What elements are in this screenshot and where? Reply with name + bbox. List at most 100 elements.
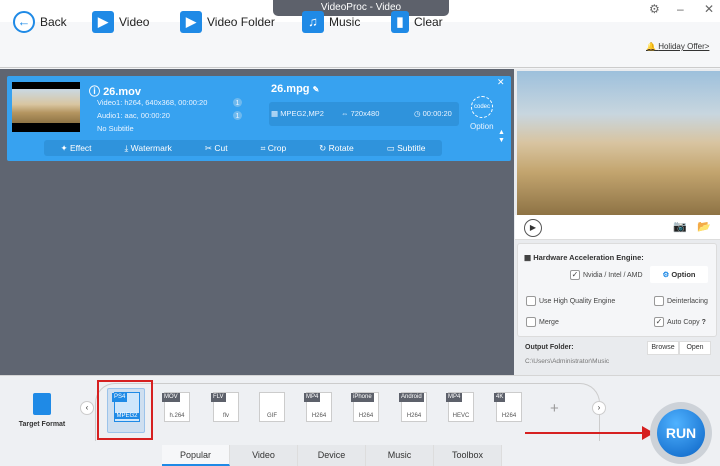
gear-icon: ⚙: [662, 270, 670, 279]
rotate-button[interactable]: ↻ Rotate: [319, 143, 354, 154]
audio-track-info[interactable]: Audio1: aac, 00:00:20: [97, 111, 170, 120]
video-track-count: 1: [233, 98, 242, 107]
format-item[interactable]: MP4 H264: [302, 392, 336, 432]
add-music-button[interactable]: ♫ Music: [302, 11, 360, 33]
browse-button[interactable]: Browse: [647, 341, 679, 355]
format-item[interactable]: PS4 MPEG2: [110, 392, 144, 432]
video-label: Video: [119, 15, 150, 29]
arrow-line: [525, 432, 645, 434]
add-format-button[interactable]: +: [550, 400, 559, 417]
format-doc-icon: FLV flv: [211, 392, 239, 422]
crop-button[interactable]: ⌗ Crop: [261, 143, 287, 154]
bell-icon: 🔔: [646, 42, 656, 51]
reorder-arrows-icon[interactable]: ▲ ▼: [498, 129, 505, 145]
effect-button[interactable]: ✦ Effect: [60, 143, 91, 154]
resolution-icon: ⇔: [341, 109, 349, 118]
back-arrow-icon: ←: [13, 11, 35, 33]
format-sub: HEVC: [452, 413, 470, 419]
tab-video[interactable]: Video: [230, 445, 298, 466]
offer-label: Holiday Offer>: [658, 42, 710, 51]
edit-actions-bar: ✦ Effect ⤓ Watermark ✂ Cut ⌗ Crop ↻ Rota…: [44, 140, 442, 156]
trash-icon: ▮: [391, 11, 409, 33]
subtitle-button[interactable]: ▭ Subtitle: [387, 143, 426, 154]
format-item[interactable]: 4K H264: [492, 392, 526, 432]
carousel-next-button[interactable]: ›: [592, 401, 606, 415]
video-preview: [517, 71, 720, 215]
format-item[interactable]: Android H264: [397, 392, 431, 432]
output-path[interactable]: C:\Users\Administrator\Music: [525, 358, 609, 365]
format-sub: flv: [223, 413, 229, 419]
carousel-prev-button[interactable]: ‹: [80, 401, 94, 415]
codec-option-button[interactable]: Option: [470, 122, 494, 131]
settings-panel: ▦ Hardware Acceleration Engine: ✓ Nvidia …: [517, 243, 717, 337]
format-sub: H264: [358, 413, 374, 419]
format-doc-icon: GIF: [259, 392, 285, 422]
minimize-button[interactable]: –: [677, 2, 684, 16]
format-sub: H264: [501, 413, 517, 419]
format-tag: FLV: [211, 393, 226, 402]
close-window-button[interactable]: ✕: [704, 2, 714, 16]
high-quality-checkbox[interactable]: Use High Quality Engine: [526, 296, 615, 306]
settings-gear-icon[interactable]: ⚙: [649, 2, 660, 16]
codec-gear-icon[interactable]: codec: [471, 96, 493, 118]
hw-nvidia-checkbox[interactable]: ✓ Nvidia / Intel / AMD: [570, 270, 643, 280]
clock-icon: ◷: [414, 109, 421, 118]
help-icon: ?: [701, 318, 706, 326]
auto-copy-checkbox[interactable]: ✓ Auto Copy ?: [654, 317, 706, 327]
format-tag: PS4: [112, 393, 128, 402]
music-add-icon: ♫: [302, 11, 324, 33]
tab-device[interactable]: Device: [298, 445, 366, 466]
format-item[interactable]: iPhone H264: [349, 392, 383, 432]
cut-button[interactable]: ✂ Cut: [205, 143, 228, 154]
format-sub: GIF: [267, 413, 277, 419]
format-item[interactable]: FLV flv: [209, 392, 243, 432]
video-add-icon: ▶: [92, 11, 114, 33]
tab-popular[interactable]: Popular: [162, 445, 230, 466]
chip-icon: ▦: [524, 253, 532, 262]
target-format: Target Format: [12, 393, 72, 428]
format-sub: MPEG2: [115, 413, 139, 419]
add-video-folder-button[interactable]: ▶ Video Folder: [180, 11, 275, 33]
open-button[interactable]: Open: [679, 341, 711, 355]
format-tag: MP4: [304, 393, 321, 402]
open-folder-icon[interactable]: 📂: [697, 220, 711, 233]
source-filename: ⓘ 26.mov: [89, 86, 141, 98]
format-doc-icon: MP4 H264: [304, 392, 332, 422]
playback-bar: ▶ 📷 📂: [515, 215, 720, 240]
format-sub: h.264: [169, 413, 185, 419]
subtitle-info[interactable]: No Subtitle: [97, 124, 134, 133]
output-filename[interactable]: 26.mpg ✎: [271, 83, 319, 95]
format-item[interactable]: GIF: [255, 392, 289, 432]
holiday-offer-link[interactable]: 🔔 Holiday Offer>: [646, 42, 709, 51]
back-button[interactable]: ← Back: [13, 11, 67, 33]
video-thumbnail: [12, 82, 80, 132]
format-doc-icon: 4K H264: [494, 392, 522, 422]
merge-checkbox[interactable]: Merge: [526, 317, 559, 327]
deinterlacing-checkbox[interactable]: Deinterlacing: [654, 296, 708, 306]
format-sub: H264: [406, 413, 422, 419]
film-icon: ▦: [271, 109, 279, 118]
hw-option-button[interactable]: ⚙ Option: [650, 266, 708, 283]
video-track-info[interactable]: Video1: h264, 640x368, 00:00:20: [97, 98, 207, 107]
clear-label: Clear: [414, 15, 443, 29]
format-doc-icon: PS4 MPEG2: [112, 392, 140, 422]
format-item[interactable]: MOV h.264: [160, 392, 194, 432]
tab-toolbox[interactable]: Toolbox: [434, 445, 502, 466]
format-tag: Android: [399, 393, 424, 402]
format-sub: H264: [311, 413, 327, 419]
hw-acceleration-title: ▦ Hardware Acceleration Engine:: [524, 253, 644, 262]
snapshot-camera-icon[interactable]: 📷: [673, 220, 687, 233]
tab-music[interactable]: Music: [366, 445, 434, 466]
format-item[interactable]: MP4 HEVC: [444, 392, 478, 432]
resolution-info: ⇔ 720x480: [341, 109, 380, 118]
remove-task-icon[interactable]: ✕: [497, 77, 505, 88]
watermark-button[interactable]: ⤓ Watermark: [125, 143, 172, 154]
clear-button[interactable]: ▮ Clear: [391, 11, 443, 33]
output-folder-label: Output Folder:: [525, 344, 574, 351]
add-video-button[interactable]: ▶ Video: [92, 11, 149, 33]
play-button[interactable]: ▶: [524, 219, 542, 237]
duration-info: ◷ 00:00:20: [414, 109, 452, 118]
task-card[interactable]: ⓘ 26.mov Video1: h264, 640x368, 00:00:20…: [7, 76, 511, 161]
format-tag: MP4: [446, 393, 463, 402]
run-button[interactable]: RUN: [657, 409, 705, 457]
